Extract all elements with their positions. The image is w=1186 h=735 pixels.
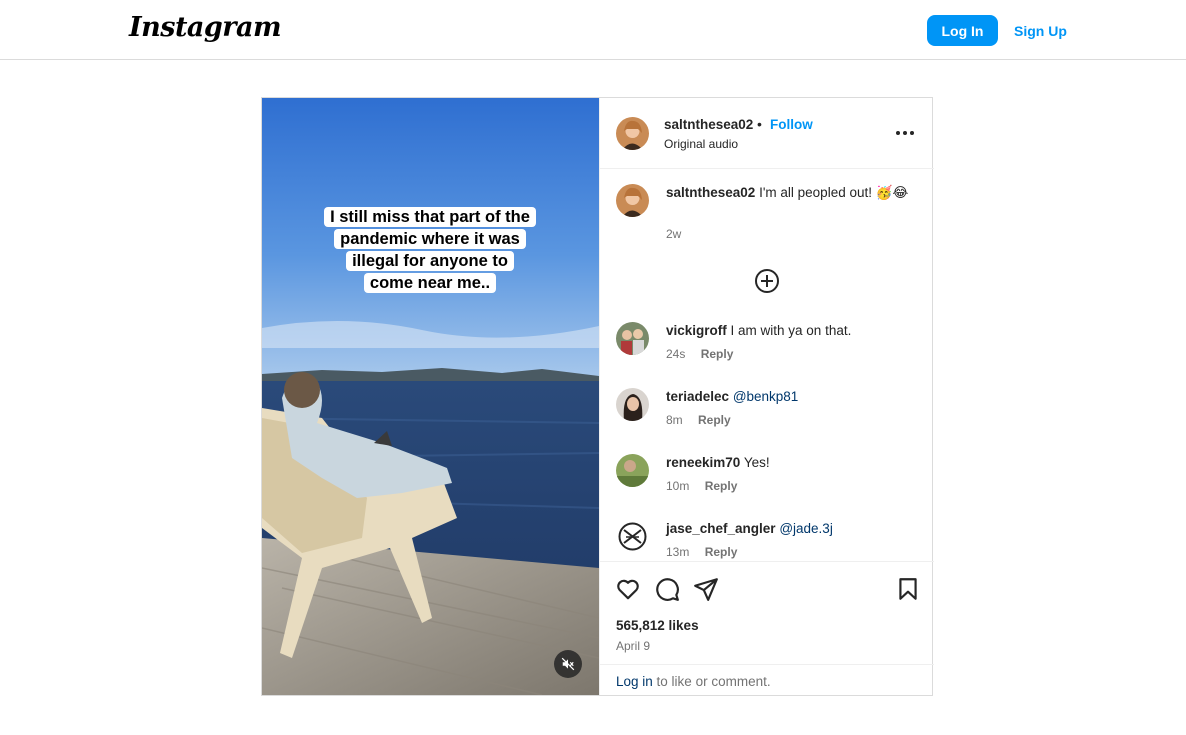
comment-username[interactable]: vickigroff <box>666 323 727 338</box>
commenter-avatar[interactable] <box>616 454 649 487</box>
comment-text: jase_chef_angler @jade.3j <box>666 520 916 538</box>
comment-text: vickigroff I am with ya on that. <box>666 322 916 340</box>
heart-icon[interactable] <box>615 576 641 602</box>
login-prompt: Log in to like or comment. <box>600 664 934 696</box>
author-username[interactable]: saltnthesea02 <box>664 117 753 132</box>
comment-age: 8m <box>666 413 683 427</box>
log-in-link[interactable]: Log in <box>616 674 653 689</box>
comment-text: reneekim70 Yes! <box>666 454 916 472</box>
comment-mention[interactable]: @jade.3j <box>779 521 833 536</box>
reply-button[interactable]: Reply <box>705 479 738 493</box>
commenter-avatar[interactable] <box>616 520 649 553</box>
instagram-logo[interactable]: Instagram <box>129 12 282 43</box>
comment-body: Yes! <box>743 455 770 470</box>
comment-body: I am with ya on that. <box>730 323 852 338</box>
video-frame <box>262 98 599 695</box>
more-options-icon[interactable] <box>893 123 917 143</box>
comment-body: I'm all peopled out! 🥳😂 <box>759 185 909 200</box>
like-count[interactable]: 565,812 likes <box>616 618 699 633</box>
comment-age: 13m <box>666 545 690 559</box>
sign-up-button[interactable]: Sign Up <box>1008 15 1073 46</box>
comment-meta: 10m Reply <box>666 479 737 493</box>
bookmark-icon[interactable] <box>895 576 921 602</box>
comment-text: teriadelec @benkp81 <box>666 388 916 406</box>
author-avatar[interactable] <box>616 117 649 150</box>
commenter-avatar[interactable] <box>616 388 649 421</box>
caption-line: come near me.. <box>363 273 497 293</box>
post-date[interactable]: April 9 <box>616 639 650 653</box>
top-navigation-bar: Instagram Log In Sign Up <box>0 0 1186 60</box>
caption-line: I still miss that part of the <box>324 207 536 227</box>
reply-button[interactable]: Reply <box>701 347 734 361</box>
speaker-muted-icon <box>561 657 575 671</box>
post-details-panel: saltnthesea02 • Follow Original audio sa… <box>599 98 934 695</box>
comment-age: 2w <box>666 227 682 241</box>
reply-button[interactable]: Reply <box>698 413 731 427</box>
mute-toggle-button[interactable] <box>554 650 582 678</box>
caption-line: pandemic where it was <box>334 229 526 249</box>
post-card: I still miss that part of the pandemic w… <box>261 97 934 696</box>
comment-meta: 24s Reply <box>666 347 733 361</box>
comment-icon[interactable] <box>654 576 680 602</box>
login-prompt-text: to like or comment. <box>652 674 771 689</box>
comment-meta: 13m Reply <box>666 545 737 559</box>
post-actions: 565,812 likes April 9 Log in to like or … <box>600 561 934 695</box>
commenter-avatar[interactable] <box>616 322 649 355</box>
comment-age: 10m <box>666 479 690 493</box>
plus-circle-icon <box>755 269 779 293</box>
comment-meta: 2w <box>666 227 681 241</box>
log-in-button[interactable]: Log In <box>927 15 998 46</box>
post-header: saltnthesea02 • Follow Original audio <box>600 98 934 169</box>
load-more-comments-button[interactable] <box>754 268 780 294</box>
reply-button[interactable]: Reply <box>705 545 738 559</box>
comment-username[interactable]: jase_chef_angler <box>666 521 776 536</box>
comment-username[interactable]: teriadelec <box>666 389 729 404</box>
share-icon[interactable] <box>693 576 719 602</box>
comment-age: 24s <box>666 347 686 361</box>
follow-button[interactable]: Follow <box>770 117 813 132</box>
comment-username[interactable]: reneekim70 <box>666 455 740 470</box>
video-caption: I still miss that part of the pandemic w… <box>312 206 548 294</box>
author-avatar[interactable] <box>616 184 649 217</box>
comment-username[interactable]: saltnthesea02 <box>666 185 755 200</box>
original-audio-link[interactable]: Original audio <box>664 137 738 151</box>
caption-text: saltnthesea02 I'm all peopled out! 🥳😂 <box>666 184 916 202</box>
comment-mention[interactable]: @benkp81 <box>733 389 799 404</box>
post-video[interactable]: I still miss that part of the pandemic w… <box>262 98 599 695</box>
caption-line: illegal for anyone to <box>346 251 514 271</box>
comments-list[interactable]: saltnthesea02 I'm all peopled out! 🥳😂 2w <box>600 170 934 560</box>
separator-dot: • <box>757 116 762 132</box>
comment-meta: 8m Reply <box>666 413 731 427</box>
